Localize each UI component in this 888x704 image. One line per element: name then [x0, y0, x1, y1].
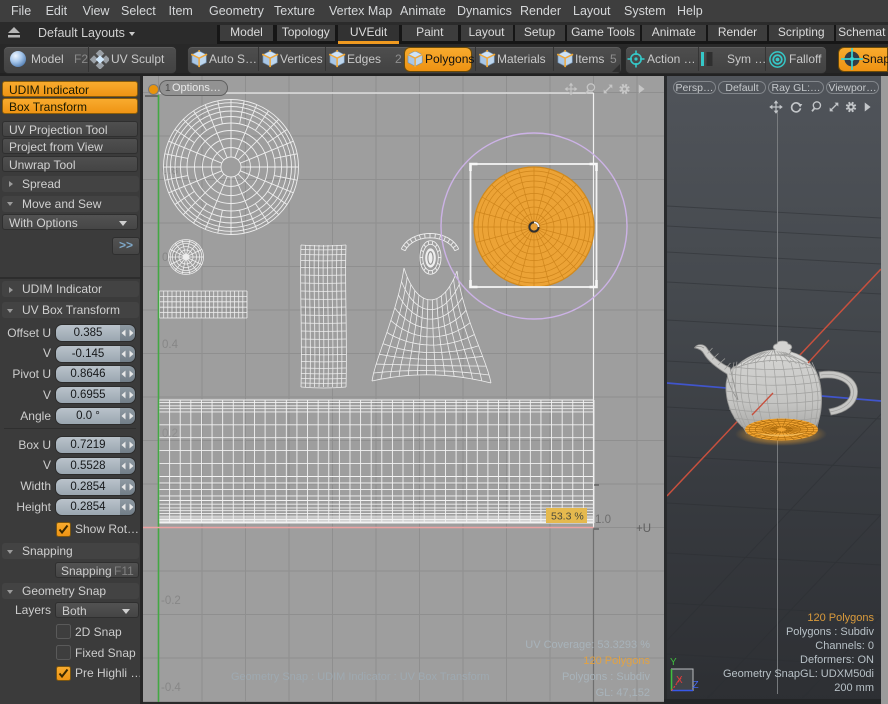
svg-text:Z: Z	[693, 680, 699, 691]
svg-text:-0.4: -0.4	[161, 682, 181, 694]
svg-text:Y: Y	[670, 657, 677, 668]
svg-text:X: X	[676, 675, 683, 686]
svg-text:-0.2: -0.2	[161, 595, 181, 607]
svg-text:+U: +U	[636, 523, 651, 535]
svg-text:0.4: 0.4	[162, 339, 179, 351]
svg-text:1.0: 1.0	[595, 514, 611, 526]
svg-text:0.2: 0.2	[162, 428, 178, 440]
svg-text:53.3 %: 53.3 %	[551, 511, 584, 523]
